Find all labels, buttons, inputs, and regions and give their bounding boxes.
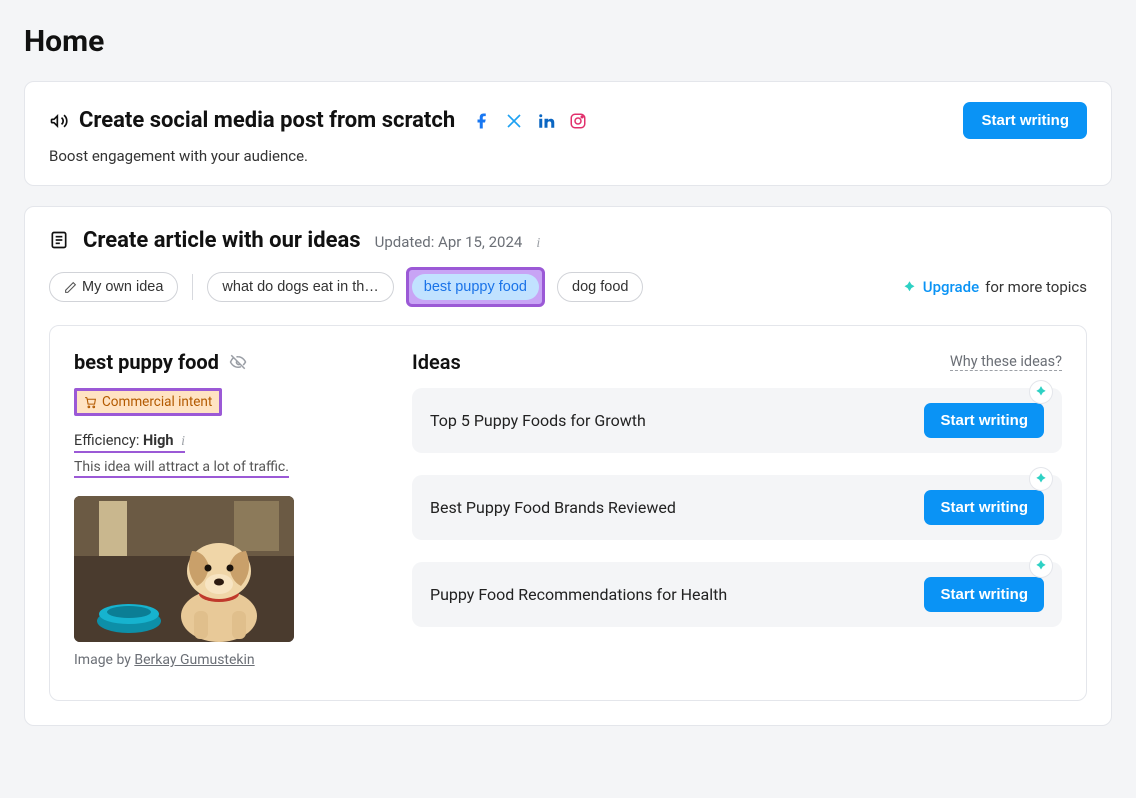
idea-row: Puppy Food Recommendations for Health St… xyxy=(412,562,1062,627)
diamond-icon xyxy=(902,280,917,295)
instagram-icon xyxy=(569,112,587,130)
updated-label: Updated: Apr 15, 2024 xyxy=(375,233,523,251)
diamond-badge-icon xyxy=(1030,468,1052,490)
megaphone-icon xyxy=(49,111,69,131)
my-own-idea-label: My own idea xyxy=(82,279,163,295)
my-own-idea-pill[interactable]: My own idea xyxy=(49,272,178,302)
upgrade-link[interactable]: Upgrade xyxy=(923,278,979,296)
shopping-icon xyxy=(84,396,97,409)
idea-title: Best Puppy Food Brands Reviewed xyxy=(430,498,676,517)
linkedin-icon xyxy=(537,112,555,130)
idea-start-writing-button[interactable]: Start writing xyxy=(924,577,1044,612)
topic-pill-highlight: best puppy food xyxy=(406,267,545,307)
social-card-subtitle: Boost engagement with your audience. xyxy=(49,147,1087,165)
idea-start-writing-button[interactable]: Start writing xyxy=(924,490,1044,525)
topic-pill-2[interactable]: dog food xyxy=(557,272,643,302)
diamond-badge-icon xyxy=(1030,555,1052,577)
eye-off-icon[interactable] xyxy=(229,353,247,371)
idea-start-writing-button[interactable]: Start writing xyxy=(924,403,1044,438)
ideas-heading: Ideas xyxy=(412,350,461,374)
diamond-badge-icon xyxy=(1030,381,1052,403)
article-icon xyxy=(49,230,69,250)
why-these-ideas-link[interactable]: Why these ideas? xyxy=(950,353,1062,371)
social-card-title: Create social media post from scratch xyxy=(79,108,455,133)
idea-title: Puppy Food Recommendations for Health xyxy=(430,585,727,604)
topic-pill-0[interactable]: what do dogs eat in th… xyxy=(207,272,393,302)
start-writing-button[interactable]: Start writing xyxy=(963,102,1087,139)
efficiency-desc: This idea will attract a lot of traffic. xyxy=(74,459,289,478)
idea-detail-panel: best puppy food Commercial intent Effici… xyxy=(49,325,1087,701)
efficiency-row: Efficiency: High i xyxy=(74,432,185,453)
intent-label: Commercial intent xyxy=(102,394,212,410)
social-icons-row xyxy=(473,112,587,130)
upgrade-suffix: for more topics xyxy=(985,278,1087,296)
pencil-icon xyxy=(64,281,77,294)
keyword-thumbnail xyxy=(74,496,294,642)
x-icon xyxy=(505,112,523,130)
social-post-card: Create social media post from scratch St… xyxy=(24,81,1112,186)
pill-separator xyxy=(192,274,193,300)
intent-badge: Commercial intent xyxy=(74,388,222,416)
article-ideas-card: Create article with our ideas Updated: A… xyxy=(24,206,1112,726)
keyword-title: best puppy food xyxy=(74,350,219,374)
topic-pill-1[interactable]: best puppy food xyxy=(412,274,539,300)
efficiency-prefix: Efficiency: xyxy=(74,432,143,449)
idea-row: Top 5 Puppy Foods for Growth Start writi… xyxy=(412,388,1062,453)
info-icon[interactable]: i xyxy=(181,434,185,449)
image-credit: Image by Berkay Gumustekin xyxy=(74,652,374,668)
credit-author-link[interactable]: Berkay Gumustekin xyxy=(134,652,254,668)
idea-row: Best Puppy Food Brands Reviewed Start wr… xyxy=(412,475,1062,540)
article-card-title: Create article with our ideas xyxy=(83,228,361,253)
facebook-icon xyxy=(473,112,491,130)
idea-title: Top 5 Puppy Foods for Growth xyxy=(430,411,646,430)
info-icon[interactable]: i xyxy=(536,236,540,252)
upgrade-prompt: Upgrade for more topics xyxy=(902,278,1087,296)
credit-prefix: Image by xyxy=(74,652,134,668)
page-title: Home xyxy=(24,24,1112,59)
efficiency-value: High xyxy=(143,432,173,449)
